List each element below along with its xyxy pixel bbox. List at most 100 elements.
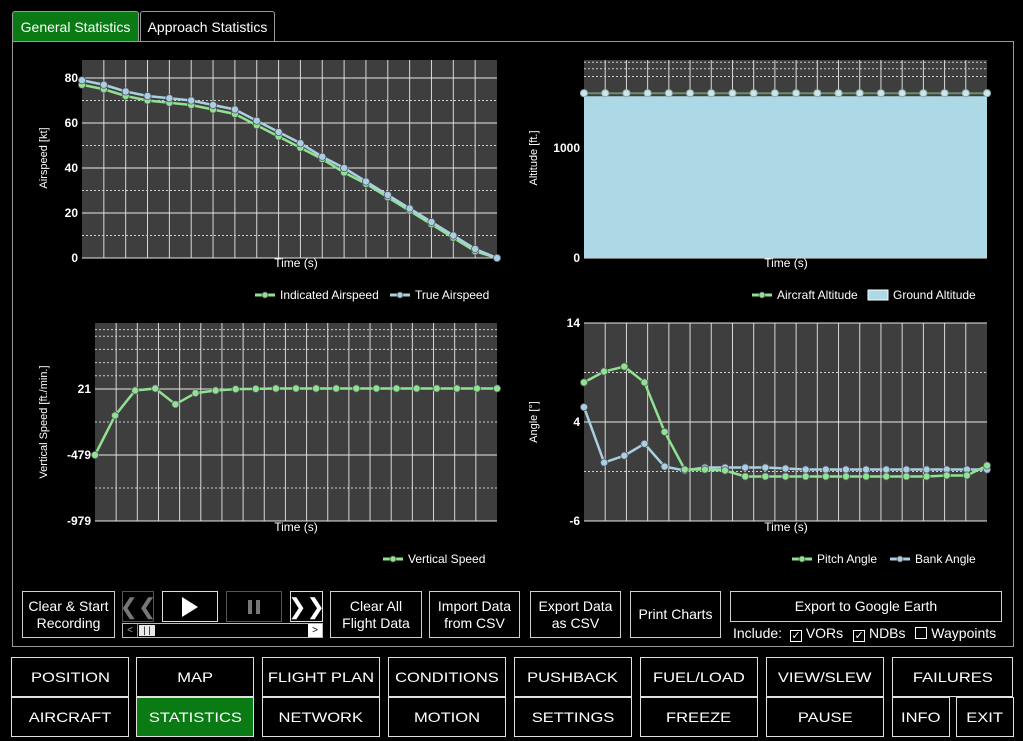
y-tick-label: 21 bbox=[78, 382, 92, 396]
ndbs-checkbox[interactable]: ✓ bbox=[853, 630, 866, 642]
true-airspeed-point bbox=[318, 152, 327, 161]
vertical-speed-point bbox=[111, 411, 120, 420]
nav-aircraft-button[interactable]: AIRCRAFT bbox=[11, 697, 129, 737]
true-airspeed-point bbox=[121, 87, 130, 96]
pause-playback-button[interactable] bbox=[226, 591, 282, 622]
export-csv-label: Export Data as CSV bbox=[538, 597, 613, 631]
rewind-button[interactable]: ❮❮ bbox=[120, 591, 156, 622]
nav-position-button[interactable]: POSITION bbox=[11, 657, 129, 697]
scroll-left-icon[interactable]: < bbox=[123, 624, 138, 637]
legend-label: Vertical Speed bbox=[408, 552, 485, 566]
nav-settings-button[interactable]: SETTINGS bbox=[514, 697, 632, 737]
y-tick-label: -479 bbox=[67, 448, 91, 462]
true-airspeed-point bbox=[405, 204, 414, 213]
true-airspeed-point bbox=[383, 190, 392, 199]
legend-marker bbox=[389, 555, 397, 563]
true-airspeed-point bbox=[361, 177, 370, 186]
pitch-angle-point bbox=[841, 472, 850, 481]
pitch-angle-point bbox=[882, 472, 891, 481]
nav-info-button[interactable]: INFO bbox=[892, 697, 950, 737]
plot-area bbox=[82, 60, 497, 258]
nav-freeze-button[interactable]: FREEZE bbox=[640, 697, 758, 737]
y-axis-label: Airspeed [kt] bbox=[38, 127, 50, 188]
pitch-angle-point bbox=[580, 378, 589, 387]
bank-angle-point bbox=[660, 462, 669, 471]
x-axis-label: Time (s) bbox=[764, 256, 808, 270]
bank-angle-point bbox=[620, 451, 629, 460]
vertical-speed-point bbox=[352, 384, 361, 393]
print-charts-button[interactable]: Print Charts bbox=[630, 591, 721, 638]
clear-all-flight-data-button[interactable]: Clear All Flight Data bbox=[330, 591, 422, 638]
nav-view-slew-button[interactable]: VIEW/SLEW bbox=[766, 657, 884, 697]
import-data-csv-button[interactable]: Import Data from CSV bbox=[429, 591, 520, 638]
y-axis-label: Altitude [ft.] bbox=[528, 130, 540, 185]
play-button[interactable] bbox=[162, 591, 218, 622]
aircraft-altitude-point bbox=[898, 89, 907, 98]
nav-button-label: NETWORK bbox=[278, 709, 364, 725]
nav-failures-button[interactable]: FAILURES bbox=[892, 657, 1013, 697]
true-airspeed-point bbox=[274, 127, 283, 136]
legend-label: Indicated Airspeed bbox=[280, 288, 379, 302]
true-airspeed-point bbox=[165, 94, 174, 103]
vertical-speed-point bbox=[131, 386, 140, 395]
nav-button-label: FLIGHT PLAN bbox=[267, 669, 375, 685]
nav-motion-button[interactable]: MOTION bbox=[388, 697, 506, 737]
fast-forward-button[interactable]: ❯❯ bbox=[288, 591, 325, 622]
legend-marker bbox=[798, 555, 806, 563]
vertical-speed-point bbox=[231, 385, 240, 394]
vertical-speed-point bbox=[412, 384, 421, 393]
vertical-speed-point bbox=[191, 389, 200, 398]
pitch-angle-point bbox=[821, 472, 830, 481]
x-axis-label: Time (s) bbox=[274, 520, 318, 534]
nav-network-button[interactable]: NETWORK bbox=[262, 697, 380, 737]
clear-start-recording-button[interactable]: Clear & Start Recording bbox=[22, 591, 115, 638]
true-airspeed-point bbox=[427, 217, 436, 226]
y-axis-label: Angle [°] bbox=[528, 401, 540, 443]
vertical-speed-point bbox=[211, 386, 220, 395]
aircraft-altitude-point bbox=[643, 89, 652, 98]
bank-angle-point bbox=[821, 465, 830, 474]
import-csv-label: Import Data from CSV bbox=[437, 597, 512, 631]
nav-button-label: MAP bbox=[177, 669, 213, 685]
aircraft-altitude-point bbox=[961, 89, 970, 98]
pitch-angle-point bbox=[962, 471, 971, 480]
play-icon bbox=[182, 596, 198, 617]
x-axis-label: Time (s) bbox=[274, 256, 318, 270]
aircraft-altitude-point bbox=[749, 89, 758, 98]
nav-button-label: VIEW/SLEW bbox=[778, 669, 872, 685]
true-airspeed-point bbox=[471, 244, 480, 253]
aircraft-altitude-point bbox=[982, 89, 992, 98]
scroll-right-icon[interactable]: > bbox=[308, 624, 322, 637]
export-data-csv-button[interactable]: Export Data as CSV bbox=[530, 591, 621, 638]
scroll-thumb[interactable]: | | bbox=[139, 625, 155, 636]
timeline-scrollbar[interactable]: < | | > bbox=[122, 623, 323, 638]
vertical-speed-point bbox=[432, 384, 441, 393]
nav-button-label: SETTINGS bbox=[531, 709, 615, 725]
nav-button-label: FUEL/LOAD bbox=[653, 669, 745, 685]
legend-label: Bank Angle bbox=[915, 552, 976, 566]
waypoints-checkbox[interactable] bbox=[915, 627, 928, 639]
bank-angle-point bbox=[600, 458, 609, 467]
nav-conditions-button[interactable]: CONDITIONS bbox=[388, 657, 506, 697]
vertical-speed-point bbox=[452, 384, 461, 393]
nav-fuel-load-button[interactable]: FUEL/LOAD bbox=[640, 657, 758, 697]
nav-map-button[interactable]: MAP bbox=[136, 657, 254, 697]
nav-pushback-button[interactable]: PUSHBACK bbox=[514, 657, 632, 697]
y-tick-label: 80 bbox=[65, 71, 79, 85]
ground-altitude-area bbox=[584, 96, 987, 258]
vors-checkbox[interactable]: ✓ bbox=[789, 630, 802, 642]
aircraft-altitude-point bbox=[940, 89, 949, 98]
aircraft-altitude-point bbox=[919, 89, 928, 98]
pitch-angle-point bbox=[660, 427, 669, 436]
true-airspeed-point bbox=[230, 105, 239, 114]
nav-pause-button[interactable]: PAUSE bbox=[766, 697, 884, 737]
nav-button-label: STATISTICS bbox=[148, 709, 242, 725]
vertical-speed-point bbox=[171, 400, 180, 409]
nav-flight-plan-button[interactable]: FLIGHT PLAN bbox=[262, 657, 380, 697]
vertical-speed-point bbox=[392, 384, 401, 393]
nav-exit-button[interactable]: EXIT bbox=[956, 697, 1014, 737]
pitch-angle-point bbox=[620, 362, 629, 371]
nav-statistics-button[interactable]: STATISTICS bbox=[136, 697, 254, 737]
nav-button-label: PAUSE bbox=[797, 709, 853, 725]
export-google-earth-button[interactable]: Export to Google Earth bbox=[730, 591, 1002, 622]
